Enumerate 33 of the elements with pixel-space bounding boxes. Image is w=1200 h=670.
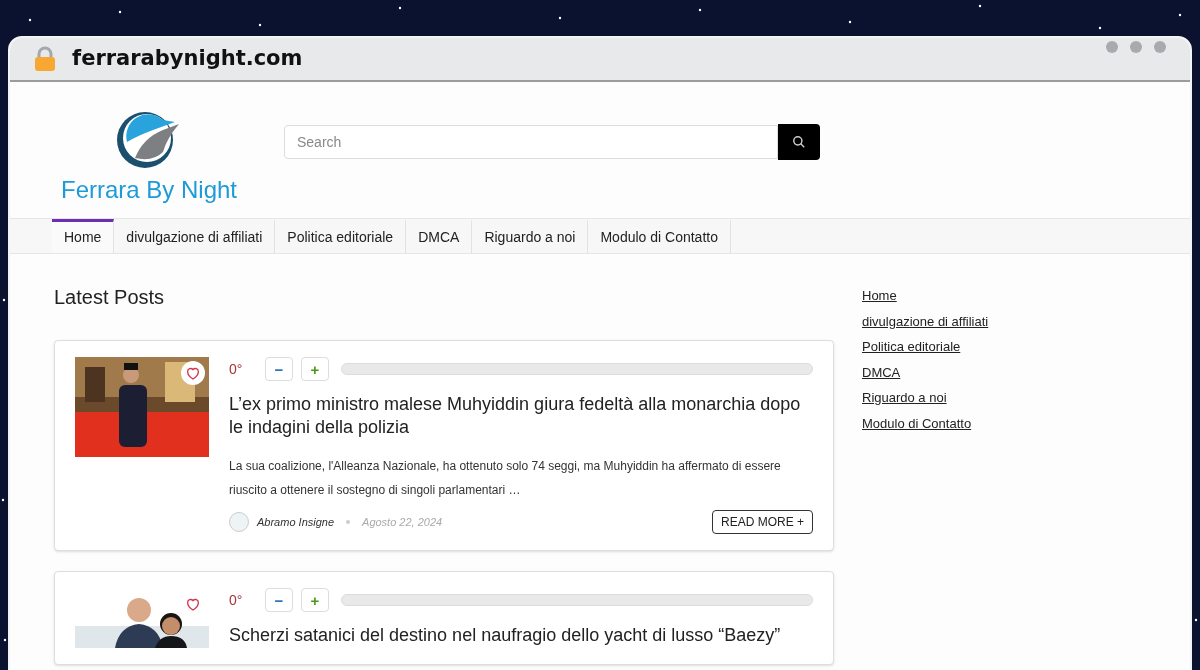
search-button[interactable]: [778, 124, 820, 160]
post-title[interactable]: Scherzi satanici del destino nel naufragio dello yacht di lusso “Baezy”: [229, 624, 813, 647]
post-title[interactable]: L’ex primo ministro malese Muhyiddin giura fedeltà alla monarchia dopo le indagini della polizia: [229, 393, 813, 438]
search-icon: [792, 135, 806, 149]
nav-tab[interactable]: Riguardo a noi: [472, 219, 589, 253]
vote-score: 0°: [229, 590, 244, 610]
url-text: ferrarabynight.com: [72, 45, 303, 73]
nav-tab[interactable]: Politica editoriale: [275, 219, 407, 253]
minus-button[interactable]: −: [265, 588, 293, 612]
read-more-button[interactable]: READ MORE +: [712, 510, 813, 534]
sidebar-link[interactable]: Home: [862, 286, 989, 306]
heart-icon: [185, 596, 201, 612]
search-field[interactable]: Search: [284, 125, 778, 159]
vote-score: 0°: [229, 359, 244, 379]
minus-button[interactable]: −: [265, 357, 293, 381]
section-title: Latest Posts: [54, 285, 166, 310]
sidebar-link[interactable]: Modulo di Contatto: [862, 413, 989, 433]
plus-button[interactable]: +: [301, 357, 329, 381]
sidebar-link[interactable]: Riguardo a noi: [862, 388, 989, 408]
plus-button[interactable]: +: [301, 588, 329, 612]
post-excerpt: La sua coalizione, l'Alleanza Nazionale, ha ottenuto solo 74 seggi, ma Muhyiddin ha affermato di essere riuscito a ottenere il sostegno di singoli parlamentari …: [229, 458, 782, 499]
nav-tab[interactable]: DMCA: [406, 219, 473, 253]
sidebar-link[interactable]: Politica editoriale: [862, 337, 989, 357]
sidebar-link[interactable]: DMCA: [862, 362, 989, 382]
nav-tab[interactable]: Home: [52, 219, 115, 253]
nav-tab[interactable]: Modulo di Contatto: [588, 219, 731, 253]
heart-icon: [185, 365, 201, 381]
author-name[interactable]: Abramo Insigne: [257, 513, 335, 531]
nav-tab[interactable]: divulgazione di affiliati: [114, 219, 276, 253]
lock-icon: [34, 46, 56, 72]
post-date: Agosto 22, 2024: [362, 514, 443, 530]
author-avatar-icon: [229, 512, 249, 532]
sidebar-link[interactable]: divulgazione di affiliati: [862, 311, 989, 331]
